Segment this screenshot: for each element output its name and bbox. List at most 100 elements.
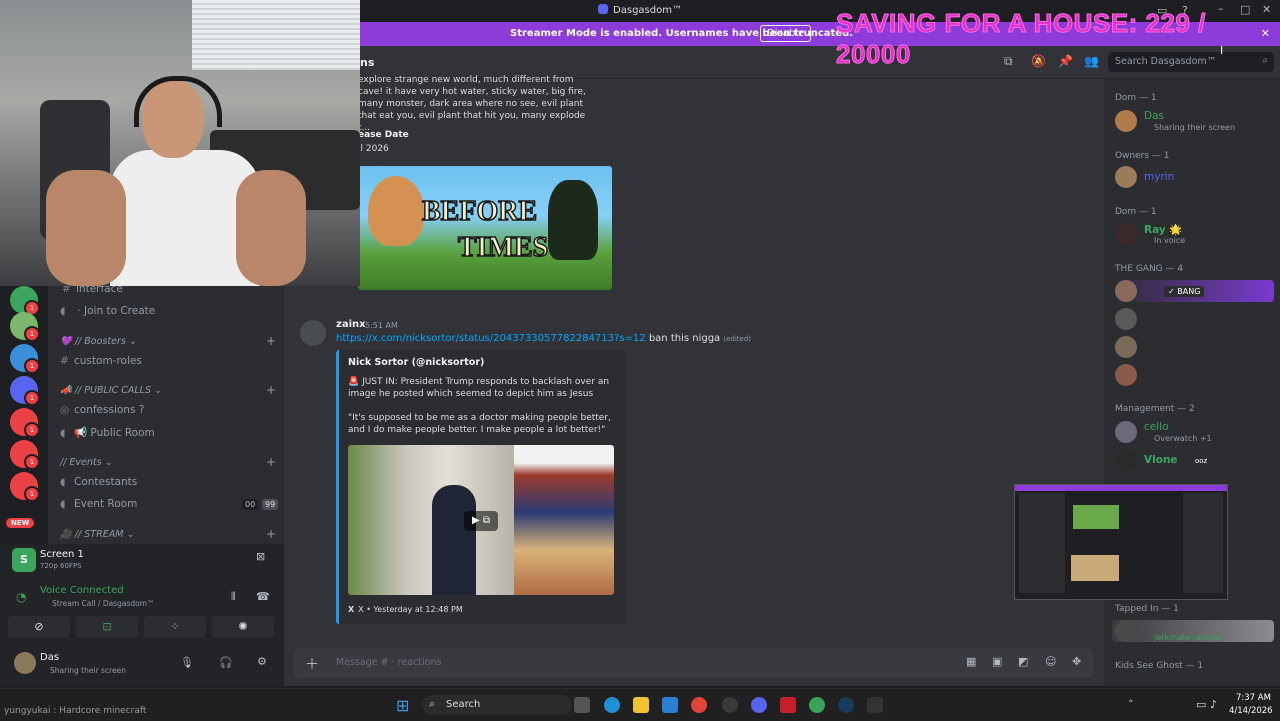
channel-custom-roles[interactable]: # custom-roles — [60, 355, 142, 367]
avatar[interactable] — [1115, 620, 1137, 642]
avatar[interactable] — [1115, 308, 1137, 330]
file-explorer-icon[interactable] — [633, 697, 649, 713]
headphones-icon[interactable]: 🎧 — [219, 656, 233, 669]
network-icon[interactable]: ▭ — [1196, 698, 1206, 711]
add-channel-icon[interactable]: + — [266, 334, 276, 348]
member-group-header: Tapped In — 1 — [1115, 604, 1179, 614]
server-icon[interactable]: 1 — [10, 286, 40, 316]
member-group-header: Dom — 1 — [1115, 207, 1157, 217]
voice-channel[interactable]: Stream Call / Dasgasdom™ — [52, 599, 155, 608]
member-activity: Sharing their screen — [1154, 123, 1236, 132]
taskbar-search[interactable]: ⌕ Search — [422, 695, 572, 715]
channel-contestants[interactable]: ◖ Contestants — [60, 476, 137, 488]
start-icon[interactable]: ⊞ — [396, 696, 409, 715]
avatar[interactable] — [1115, 364, 1137, 386]
gift-icon[interactable]: ▦ — [966, 655, 976, 668]
server-icon[interactable]: 1 — [10, 408, 40, 438]
add-channel-icon[interactable]: + — [266, 527, 276, 541]
avatar[interactable] — [300, 320, 326, 346]
chrome-alt-icon[interactable] — [809, 697, 825, 713]
category-events[interactable]: // Events ⌄ — [60, 457, 113, 468]
gif-icon[interactable]: ▣ — [992, 655, 1002, 668]
camera-toggle-button[interactable]: ⊘ — [8, 616, 70, 638]
channel-name: ns — [360, 56, 375, 69]
chrome-icon[interactable] — [691, 697, 707, 713]
microphone-icon[interactable]: 🎙 — [180, 656, 194, 669]
apps-icon[interactable]: ✥ — [1072, 655, 1081, 668]
steam-icon[interactable] — [838, 697, 854, 713]
window-blinds — [192, 0, 360, 70]
obs-icon[interactable] — [867, 697, 883, 713]
avatar[interactable] — [1115, 336, 1137, 358]
soundboard-button[interactable]: ✺ — [212, 616, 274, 638]
task-view-icon[interactable] — [574, 697, 590, 713]
add-attachment-icon[interactable]: ＋ — [305, 654, 319, 674]
category-stream[interactable]: 🎥 // STREAM ⌄ — [60, 529, 134, 540]
message-link[interactable]: https://x.com/nicksortor/status/20437330… — [336, 333, 646, 344]
user-name[interactable]: Das — [40, 652, 59, 663]
member-name[interactable]: myrin — [1144, 171, 1174, 183]
settings-gear-icon[interactable]: ⚙ — [257, 655, 267, 668]
noise-suppression-icon[interactable]: ⫴ — [231, 590, 236, 604]
server-icon[interactable]: 1 — [10, 440, 40, 470]
clock-time[interactable]: 7:37 AM — [1236, 693, 1271, 703]
member-group-header: Kids See Ghost — 1 — [1115, 661, 1204, 671]
text-cursor-icon: I — [1220, 44, 1224, 57]
member-role-tag: ✓ BANG — [1164, 286, 1205, 297]
avatar[interactable] — [1115, 280, 1137, 302]
embed-author[interactable]: Nick Sortor (@nicksortor) — [348, 357, 484, 368]
sticker-icon[interactable]: ◩ — [1018, 655, 1028, 668]
member-activity: jerkmate-ranked — [1154, 633, 1221, 642]
channel-join-to-create[interactable]: ◖ · Join to Create — [60, 305, 155, 317]
server-icon[interactable]: 1 — [10, 472, 40, 502]
voice-status[interactable]: Voice Connected — [40, 585, 124, 596]
disable-streamer-mode-button[interactable]: Disable — [760, 25, 812, 42]
pip-image — [1071, 555, 1119, 581]
volume-icon[interactable]: ♪ — [1210, 698, 1217, 711]
channel-event-room[interactable]: ◖ Event Room — [60, 498, 137, 510]
server-icon[interactable]: 1 — [10, 376, 40, 406]
member-name[interactable]: Ray 🌟 — [1144, 223, 1182, 236]
avatar[interactable] — [1115, 166, 1137, 188]
member-name[interactable]: cello — [1144, 421, 1169, 433]
emoji-icon[interactable]: ☺ — [1045, 655, 1056, 668]
category-boosters[interactable]: 💜 // Boosters ⌄ — [60, 336, 137, 347]
server-icon[interactable]: 1 — [10, 312, 40, 342]
chat-icon: ◎ — [60, 404, 70, 416]
message-composer[interactable]: ＋ Message # · reactions ▦ ▣ ◩ ☺ ✥ — [294, 648, 1094, 678]
avatar[interactable] — [1115, 421, 1137, 443]
category-public-calls[interactable]: 📣 // PUBLIC CALLS ⌄ — [60, 385, 162, 396]
activities-button[interactable]: ⁘ — [144, 616, 206, 638]
video-person — [432, 485, 476, 595]
event-room-count-a: 00 — [242, 499, 259, 510]
acrobat-icon[interactable] — [780, 697, 796, 713]
member-name[interactable]: Vlone — [1144, 454, 1178, 466]
tray-chevron-icon[interactable]: ˄ — [1128, 698, 1134, 711]
store-icon[interactable] — [662, 697, 678, 713]
discord-icon[interactable] — [751, 697, 767, 713]
avatar[interactable] — [1115, 110, 1137, 132]
x-embed: Nick Sortor (@nicksortor) 🚨 JUST IN: Pre… — [336, 350, 625, 624]
channel-confessions[interactable]: ◎ confessions ? — [60, 404, 144, 416]
game-image[interactable]: BEFORE TIMES — [358, 166, 612, 290]
add-channel-icon[interactable]: + — [266, 455, 276, 469]
embed-video[interactable]: ▶ ⧉ — [348, 445, 614, 595]
add-channel-icon[interactable]: + — [266, 383, 276, 397]
channel-public-room[interactable]: ◖ 📢 Public Room — [60, 426, 155, 439]
screen-share-button[interactable]: ⊡ — [76, 616, 138, 638]
edge-icon[interactable] — [604, 697, 620, 713]
server-icon[interactable]: 1 — [10, 344, 40, 374]
stop-share-icon[interactable]: ⊠ — [256, 550, 265, 563]
message-text: ban this nigga — [648, 333, 721, 344]
play-icon[interactable]: ▶ ⧉ — [464, 511, 498, 531]
app-icon[interactable] — [722, 697, 738, 713]
clock-date[interactable]: 4/14/2026 — [1229, 706, 1273, 716]
member-name[interactable]: Das — [1144, 110, 1164, 122]
disconnect-icon[interactable]: ☎ — [256, 590, 270, 603]
avatar[interactable] — [1115, 449, 1137, 471]
user-avatar[interactable] — [14, 652, 36, 674]
stream-preview-pip[interactable] — [1014, 484, 1228, 600]
message-author[interactable]: zainx — [336, 319, 366, 330]
person-arm-right — [236, 170, 306, 286]
avatar[interactable] — [1115, 223, 1137, 245]
